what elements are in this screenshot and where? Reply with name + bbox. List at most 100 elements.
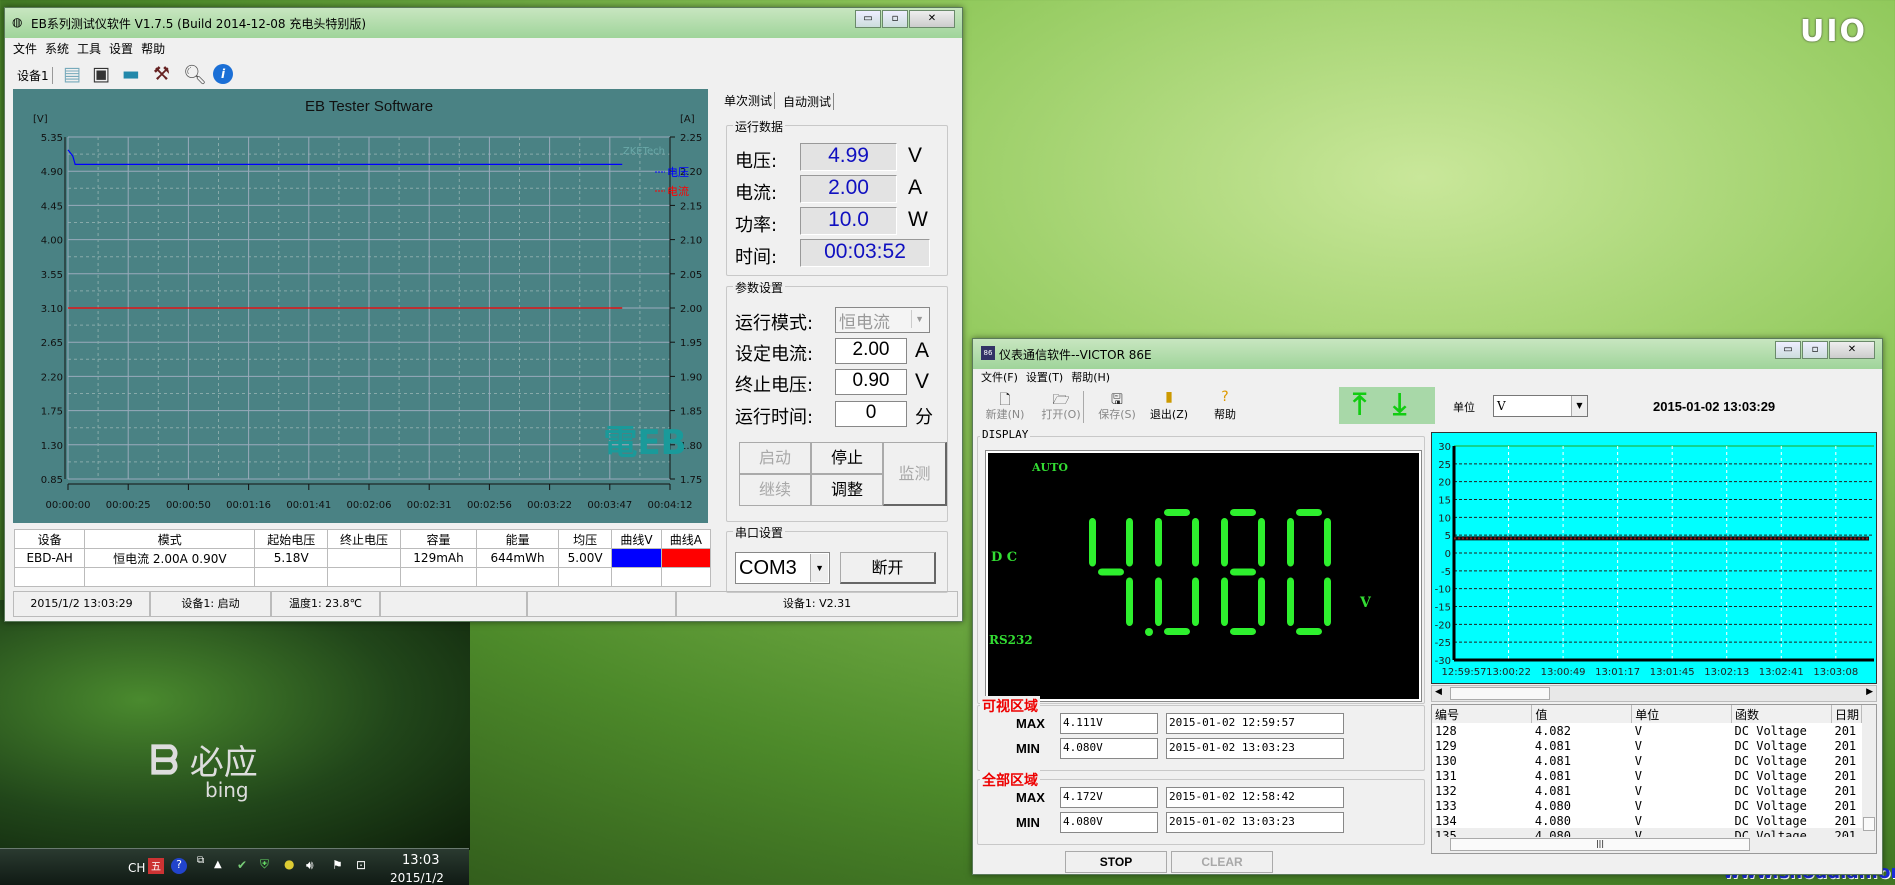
menu-system[interactable]: 系统 — [45, 39, 69, 59]
vscroll-thumb[interactable] — [1863, 817, 1875, 831]
table-vscrollbar[interactable] — [1862, 705, 1876, 837]
monitor-button[interactable]: 监测 — [883, 442, 947, 506]
minimize-button[interactable]: ▭ — [1775, 341, 1801, 359]
menu-tools[interactable]: 工具 — [77, 39, 101, 59]
download-arrow-icon[interactable]: ⤓ — [1393, 387, 1406, 422]
toolbar-button-new-file[interactable]: 🗋 新建(N) — [979, 389, 1031, 422]
end-voltage-input[interactable]: 0.90 — [835, 369, 907, 395]
help-icon[interactable]: ? — [171, 858, 187, 874]
toolbar-button-open-folder[interactable]: 🗁 打开(O) — [1035, 389, 1087, 422]
unit-select[interactable]: V ▼ — [1493, 395, 1588, 417]
column-header[interactable]: 终止电压 — [327, 529, 401, 549]
table-row[interactable]: 132 4.081 V DC Voltage 201 — [1432, 783, 1862, 798]
max-time-field[interactable]: 2015-01-02 12:58:42 — [1166, 787, 1344, 808]
clock-time[interactable]: 13:03 — [402, 853, 439, 868]
column-header[interactable]: 均压 — [557, 529, 613, 549]
start-button[interactable]: 启动 — [739, 442, 811, 474]
input-method-icon[interactable]: 五 — [148, 858, 164, 874]
mode-select[interactable]: 恒电流 ▼ — [835, 307, 930, 333]
chart-scrollbar[interactable]: ◀ ▶ — [1431, 685, 1877, 702]
network-lock-icon[interactable]: ● — [284, 857, 294, 871]
close-button[interactable]: ✕ — [1829, 341, 1875, 359]
title-bar[interactable]: ◍ EB系列测试仪软件 V1.7.5 (Build 2014-12-08 充电头… — [5, 8, 962, 38]
toolbar-button-help[interactable]: ? 帮助 — [1199, 389, 1251, 422]
maximize-button[interactable]: ▫ — [882, 10, 908, 28]
com-port-select[interactable]: COM3 ▼ — [735, 552, 830, 584]
save-icon[interactable]: ▣ — [92, 63, 110, 85]
menu-settings[interactable]: 设置 — [109, 39, 133, 59]
run-time-input[interactable]: 0 — [835, 401, 907, 427]
info-icon[interactable]: i — [213, 64, 233, 84]
show-hidden-icons-button[interactable]: ▲ — [214, 859, 222, 870]
min-value-field[interactable]: 4.080V — [1060, 738, 1158, 759]
toolbar-button-exit-door[interactable]: ▮ 退出(Z) — [1143, 389, 1195, 422]
toolbar-button-save[interactable]: 🖫 保存(S) — [1091, 389, 1143, 422]
tools-icon[interactable]: ⚒ — [153, 63, 170, 85]
folder-icon[interactable]: ▤ — [63, 63, 81, 85]
scroll-left-icon[interactable]: ◀ — [1435, 687, 1442, 697]
column-header[interactable]: 日期 — [1831, 705, 1863, 723]
max-time-field[interactable]: 2015-01-02 12:59:57 — [1166, 713, 1344, 734]
device-tab[interactable]: 设备1 — [17, 67, 53, 84]
ime-indicator[interactable]: CH — [128, 861, 145, 875]
table-row[interactable]: EBD-AH 恒电流 2.00A 0.90V 5.18V 129mAh 644mWh 5.… — [13, 548, 712, 568]
stop-button[interactable]: 停止 — [811, 442, 883, 474]
min-time-field[interactable]: 2015-01-02 13:03:23 — [1166, 812, 1344, 833]
max-value-field[interactable]: 4.111V — [1060, 713, 1158, 734]
title-bar[interactable]: 86 仪表通信软件--VICTOR 86E ▭ ▫ ✕ — [973, 339, 1882, 369]
tab-auto-test[interactable]: 自动测试 — [783, 93, 835, 110]
column-header[interactable]: 曲线V — [611, 529, 662, 549]
close-button[interactable]: ✕ — [909, 10, 955, 28]
minimize-button[interactable]: ▭ — [855, 10, 881, 28]
network-icon[interactable]: ⊡ — [356, 858, 366, 872]
table-hscrollbar[interactable]: ||| — [1432, 837, 1876, 853]
clear-button[interactable]: CLEAR — [1171, 851, 1273, 873]
table-row[interactable]: 128 4.082 V DC Voltage 201 — [1432, 723, 1862, 738]
menu-file[interactable]: 文件(F) — [981, 369, 1018, 387]
column-header[interactable]: 容量 — [399, 529, 478, 549]
language-bar-icon[interactable]: ⧉ — [197, 855, 204, 866]
min-value-field[interactable]: 4.080V — [1060, 812, 1158, 833]
curve-v-swatch[interactable] — [611, 548, 662, 568]
set-current-input[interactable]: 2.00 — [835, 338, 907, 364]
column-header[interactable]: 起始电压 — [254, 529, 329, 549]
table-row[interactable]: 134 4.080 V DC Voltage 201 — [1432, 813, 1862, 828]
curve-a-swatch[interactable] — [660, 548, 712, 568]
search-icon[interactable]: 🔍︎ — [183, 63, 207, 86]
column-header[interactable]: 模式 — [84, 529, 256, 549]
volume-icon[interactable]: 🔊︎ — [306, 858, 314, 873]
hscroll-thumb[interactable]: ||| — [1450, 838, 1750, 851]
disconnect-button[interactable]: 断开 — [840, 552, 936, 584]
safely-remove-icon[interactable]: ✔ — [237, 858, 247, 872]
table-row[interactable]: 133 4.080 V DC Voltage 201 — [1432, 798, 1862, 813]
clock-date[interactable]: 2015/1/2 — [390, 871, 444, 885]
menu-help[interactable]: 帮助(H) — [1071, 369, 1110, 387]
column-header[interactable]: 编号 — [1432, 705, 1533, 723]
stop-button[interactable]: STOP — [1065, 851, 1167, 873]
column-header[interactable]: 函数 — [1731, 705, 1832, 723]
scroll-right-icon[interactable]: ▶ — [1866, 687, 1873, 697]
adjust-button[interactable]: 调整 — [811, 474, 883, 506]
menu-settings[interactable]: 设置(T) — [1026, 369, 1063, 387]
tab-single-test[interactable]: 单次测试 — [724, 92, 776, 109]
column-header[interactable]: 能量 — [476, 529, 559, 549]
continue-button[interactable]: 继续 — [739, 474, 811, 506]
image-icon[interactable]: ▬ — [122, 63, 140, 85]
security-shield-icon[interactable]: ⛨ — [260, 857, 269, 872]
scroll-thumb[interactable] — [1450, 687, 1550, 700]
column-header[interactable]: 单位 — [1631, 705, 1733, 723]
column-header[interactable]: 设备 — [13, 529, 86, 549]
column-header[interactable]: 曲线A — [660, 529, 712, 549]
table-row[interactable]: 131 4.081 V DC Voltage 201 — [1432, 768, 1862, 783]
maximize-button[interactable]: ▫ — [1802, 341, 1828, 359]
action-center-flag-icon[interactable]: ⚑ — [332, 858, 343, 872]
menu-file[interactable]: 文件 — [13, 39, 37, 59]
column-header[interactable]: 值 — [1531, 705, 1633, 723]
lcd-segment — [1192, 577, 1199, 626]
table-row[interactable]: 129 4.081 V DC Voltage 201 — [1432, 738, 1862, 753]
max-value-field[interactable]: 4.172V — [1060, 787, 1158, 808]
menu-help[interactable]: 帮助 — [141, 39, 165, 59]
table-row[interactable]: 130 4.081 V DC Voltage 201 — [1432, 753, 1862, 768]
min-time-field[interactable]: 2015-01-02 13:03:23 — [1166, 738, 1344, 759]
upload-arrow-icon[interactable]: ⤒ — [1353, 387, 1366, 422]
